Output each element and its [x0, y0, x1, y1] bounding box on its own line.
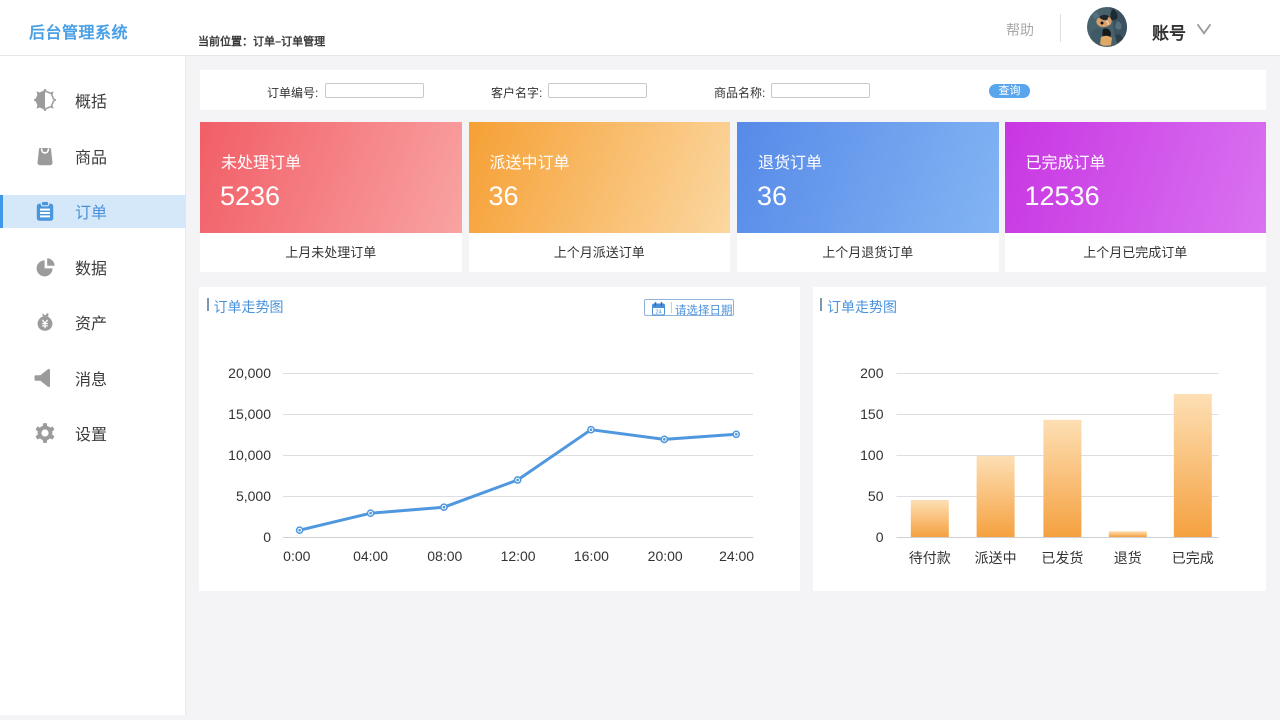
svg-text:待付款: 待付款	[908, 550, 950, 566]
svg-text:已完成: 已完成	[1171, 550, 1213, 566]
svg-text:16:00: 16:00	[574, 548, 609, 564]
svg-text:0:00: 0:00	[283, 548, 310, 564]
svg-text:12:00: 12:00	[501, 548, 536, 564]
svg-text:退货: 退货	[1113, 550, 1141, 566]
svg-text:5,000: 5,000	[236, 488, 271, 504]
svg-text:0: 0	[263, 529, 271, 545]
svg-text:0: 0	[875, 529, 883, 545]
svg-text:15,000: 15,000	[228, 406, 271, 422]
svg-text:20,000: 20,000	[228, 365, 271, 381]
svg-text:10,000: 10,000	[228, 447, 271, 463]
svg-text:50: 50	[867, 488, 883, 504]
svg-text:200: 200	[860, 365, 884, 381]
svg-text:20:00: 20:00	[648, 548, 683, 564]
svg-text:08:00: 08:00	[427, 548, 462, 564]
svg-text:派送中: 派送中	[974, 550, 1016, 566]
svg-text:04:00: 04:00	[353, 548, 388, 564]
svg-text:已发货: 已发货	[1041, 550, 1083, 566]
svg-text:100: 100	[860, 447, 884, 463]
svg-text:150: 150	[860, 406, 884, 422]
svg-text:24:00: 24:00	[719, 548, 754, 564]
